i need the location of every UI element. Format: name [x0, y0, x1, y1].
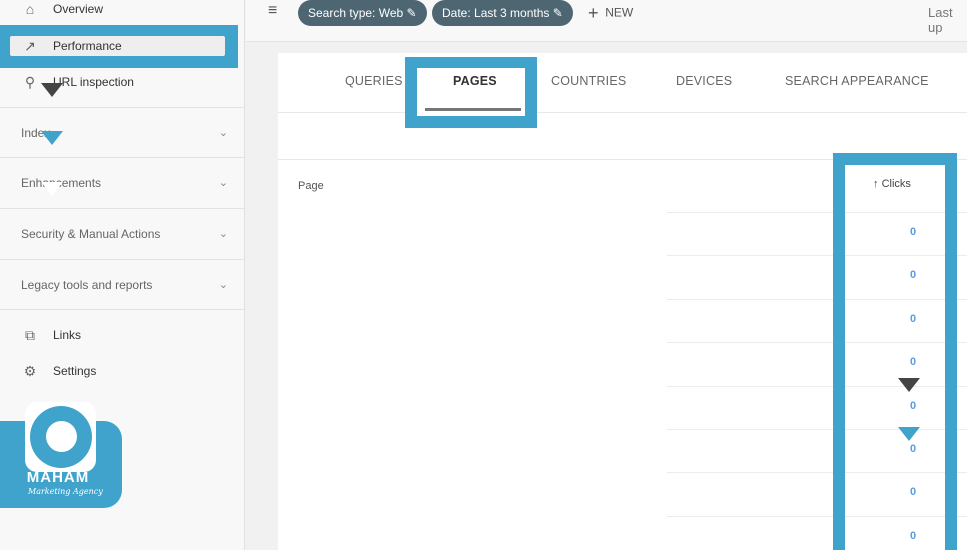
- arrow-marker: [41, 131, 63, 145]
- sidebar-item-settings[interactable]: ⚙ Settings: [0, 361, 244, 381]
- row-divider: [845, 472, 945, 474]
- clicks-value: 0: [910, 269, 917, 282]
- date-chip[interactable]: Date: Last 3 months ✎: [432, 0, 573, 26]
- trending-up-icon: ↗: [24, 37, 36, 54]
- sidebar-section-index[interactable]: Index ⌄: [0, 107, 244, 157]
- sidebar: ⌂ Overview ↗ Performance ⚲ URL inspectio…: [0, 0, 245, 550]
- arrow-marker: [41, 83, 63, 97]
- row-divider: [845, 212, 945, 213]
- edit-icon: ✎: [552, 6, 563, 20]
- sidebar-section-enhancements[interactable]: Enhancements ⌄: [0, 157, 244, 207]
- row-divider: [845, 385, 945, 387]
- filter-bar: ≡ Search type: Web ✎ Date: Last 3 months…: [246, 0, 967, 42]
- search-icon: ⚲: [24, 73, 36, 90]
- links-icon: ⧉: [25, 326, 35, 343]
- chevron-down-icon: ⌄: [218, 228, 228, 240]
- arrow-up-icon: ↑: [873, 178, 879, 190]
- clicks-value: 0: [910, 312, 917, 325]
- arrow-marker: [898, 427, 920, 441]
- arrow-marker: [41, 182, 63, 196]
- row-divider: [845, 298, 945, 300]
- clicks-value: 0: [910, 443, 917, 455]
- gear-icon: ⚙: [23, 362, 37, 379]
- chevron-down-icon: ⌄: [218, 127, 228, 139]
- sidebar-section-security[interactable]: Security & Manual Actions ⌄: [0, 208, 244, 258]
- clicks-value: 0: [910, 529, 917, 542]
- active-tab-indicator: [425, 108, 521, 111]
- row-divider: [845, 515, 945, 517]
- sidebar-item-performance[interactable]: ↗ Performance: [10, 36, 225, 56]
- filter-icon[interactable]: ≡: [268, 2, 277, 20]
- tab-search-appearance[interactable]: SEARCH APPEARANCE: [785, 74, 929, 88]
- new-filter-button[interactable]: + NEW: [588, 3, 633, 24]
- arrow-marker: [898, 378, 920, 392]
- clicks-column: [845, 165, 945, 550]
- clicks-value: 0: [910, 226, 917, 238]
- chevron-down-icon: ⌄: [218, 177, 228, 189]
- column-header-clicks[interactable]: ↑ Clicks: [873, 178, 911, 190]
- maham-logo: MAHAM Marketing Agency: [0, 391, 122, 508]
- divider: [0, 309, 244, 310]
- tab-queries[interactable]: QUERIES: [345, 74, 403, 88]
- clicks-value: 0: [910, 486, 917, 499]
- row-divider: [845, 429, 945, 430]
- clicks-value: 0: [910, 356, 917, 369]
- tab-pages[interactable]: PAGES: [453, 74, 497, 88]
- tab-countries[interactable]: COUNTRIES: [551, 74, 626, 88]
- clicks-value: 0: [910, 399, 917, 412]
- sidebar-item-overview[interactable]: ⌂ Overview: [0, 0, 244, 18]
- column-header-page[interactable]: Page: [298, 180, 324, 192]
- row-divider: [845, 342, 945, 344]
- search-type-chip[interactable]: Search type: Web ✎: [298, 0, 427, 26]
- sidebar-item-url-inspection[interactable]: ⚲ URL inspection: [0, 72, 244, 92]
- plus-icon: +: [588, 3, 599, 23]
- sidebar-section-legacy[interactable]: Legacy tools and reports ⌄: [0, 259, 244, 309]
- edit-icon: ✎: [406, 6, 417, 20]
- sidebar-item-links[interactable]: ⧉ Links: [0, 325, 244, 345]
- last-updated: Last up: [928, 5, 953, 35]
- tab-devices[interactable]: DEVICES: [676, 74, 732, 88]
- home-icon: ⌂: [25, 1, 35, 17]
- row-divider: [845, 255, 945, 257]
- divider: [278, 112, 967, 113]
- chevron-down-icon: ⌄: [218, 279, 228, 291]
